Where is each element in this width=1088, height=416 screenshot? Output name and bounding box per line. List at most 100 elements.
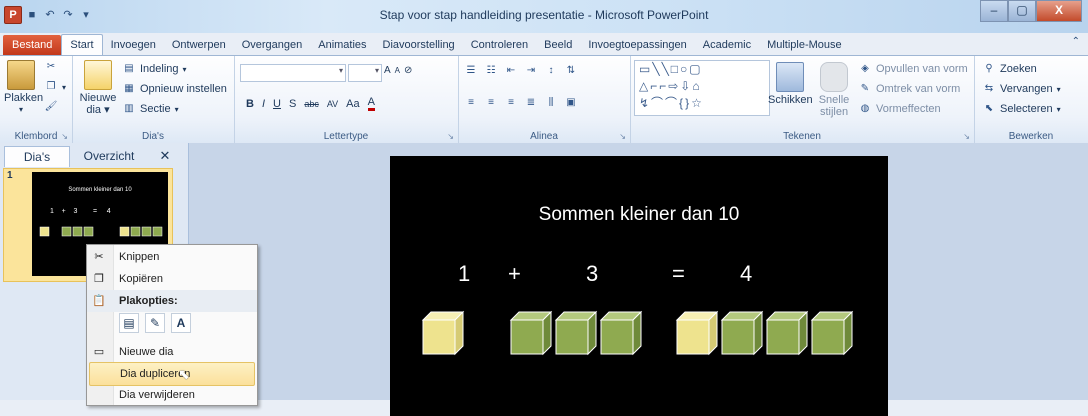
tab-animaties[interactable]: Animaties bbox=[310, 35, 374, 55]
arrange-icon bbox=[776, 62, 804, 92]
tab-start[interactable]: Start bbox=[61, 34, 103, 55]
close-pane-icon[interactable]: ✕ bbox=[156, 146, 174, 166]
clear-format-icon[interactable]: ⊘ bbox=[404, 65, 412, 76]
cube-yellow[interactable] bbox=[422, 311, 464, 355]
char-spacing-button[interactable]: AV bbox=[327, 99, 338, 109]
layout-icon: ▤ bbox=[124, 63, 134, 74]
slide[interactable]: Sommen kleiner dan 10 1 + 3 = 4 bbox=[390, 156, 888, 416]
tab-multiple-mouse[interactable]: Multiple-Mouse bbox=[759, 35, 850, 55]
align-center-icon[interactable]: ≡ bbox=[484, 96, 498, 110]
section-button[interactable]: ▥ Sectie ▾ bbox=[122, 102, 178, 116]
paste-label: Plakken bbox=[4, 92, 44, 104]
clipboard-launcher-icon[interactable]: ↘ bbox=[61, 132, 68, 141]
increase-indent-icon[interactable]: ⇥ bbox=[524, 64, 538, 78]
scissors-icon: ✂ bbox=[94, 251, 104, 263]
paragraph-launcher-icon[interactable]: ↘ bbox=[619, 132, 626, 141]
close-button[interactable]: X bbox=[1036, 0, 1082, 22]
find-button[interactable]: ⚲ Zoeken bbox=[982, 62, 1036, 76]
cube-yellow[interactable] bbox=[676, 311, 718, 355]
tab-bestand[interactable]: Bestand bbox=[3, 35, 62, 55]
layout-button[interactable]: ▤ Indeling ▾ bbox=[122, 62, 186, 76]
copy-dropdown-icon: ▾ bbox=[62, 82, 67, 92]
tab-outline[interactable]: Overzicht bbox=[72, 146, 146, 166]
shadow-button[interactable]: S bbox=[289, 98, 296, 110]
decrease-indent-icon[interactable]: ⇤ bbox=[504, 64, 518, 78]
replace-icon: ⇆ bbox=[984, 83, 994, 94]
tab-overgangen[interactable]: Overgangen bbox=[234, 35, 311, 55]
paste-text-only-icon[interactable]: A bbox=[171, 313, 191, 333]
numbering-icon[interactable]: ☷ bbox=[484, 64, 498, 78]
italic-button[interactable]: I bbox=[262, 98, 265, 110]
tab-academic[interactable]: Academic bbox=[695, 35, 759, 55]
tab-slides[interactable]: Dia's bbox=[4, 146, 70, 167]
font-size-combo[interactable]: ▾ bbox=[348, 64, 382, 82]
smartart-icon[interactable]: ▣ bbox=[564, 96, 578, 110]
cube-green[interactable] bbox=[766, 311, 808, 355]
menu-label: Knippen bbox=[119, 251, 160, 263]
tab-beeld[interactable]: Beeld bbox=[536, 35, 580, 55]
cube-green[interactable] bbox=[510, 311, 552, 355]
cube-green[interactable] bbox=[811, 311, 853, 355]
quick-styles-icon bbox=[820, 62, 848, 92]
minimize-button[interactable]: – bbox=[980, 0, 1008, 22]
drawing-launcher-icon[interactable]: ↘ bbox=[963, 132, 970, 141]
columns-icon[interactable]: ⫼ bbox=[544, 96, 558, 110]
window-controls: – ▢ X bbox=[980, 0, 1082, 22]
bullets-icon[interactable]: ☰ bbox=[464, 64, 478, 78]
align-right-icon[interactable]: ≡ bbox=[504, 96, 518, 110]
cube-green[interactable] bbox=[555, 311, 597, 355]
paste-destination-theme-icon[interactable]: ▤ bbox=[119, 313, 139, 333]
font-name-combo[interactable]: ▾ bbox=[240, 64, 346, 82]
justify-icon[interactable]: ≣ bbox=[524, 96, 538, 110]
new-slide-label-1: Nieuwe bbox=[79, 92, 117, 104]
shrink-font-button[interactable]: A bbox=[395, 66, 400, 75]
paste-dropdown-icon[interactable]: ▾ bbox=[4, 104, 38, 116]
cube-green[interactable] bbox=[600, 311, 642, 355]
menu-item-duplicate-slide[interactable]: Dia dupliceren bbox=[89, 362, 255, 386]
align-left-icon[interactable]: ≡ bbox=[464, 96, 478, 110]
select-button[interactable]: ⬉ Selecteren ▾ bbox=[982, 102, 1061, 116]
new-slide-button[interactable]: Nieuwe dia ▾ bbox=[78, 60, 118, 116]
underline-button[interactable]: U bbox=[273, 98, 281, 110]
minimize-ribbon-icon[interactable]: ⌃ bbox=[1072, 36, 1080, 47]
grow-font-button[interactable]: A bbox=[384, 65, 391, 76]
bold-button[interactable]: B bbox=[246, 98, 254, 110]
section-icon: ▥ bbox=[124, 103, 134, 114]
menu-item-copy[interactable]: ❐ Kopiëren bbox=[87, 268, 257, 290]
tab-controleren[interactable]: Controleren bbox=[463, 35, 536, 55]
paste-keep-formatting-icon[interactable]: ✎ bbox=[145, 313, 165, 333]
shape-fill-button[interactable]: ◈ Opvullen van vorm bbox=[858, 62, 968, 76]
cube-green[interactable] bbox=[721, 311, 763, 355]
format-painter-button[interactable]: 🖌 bbox=[44, 100, 58, 114]
text-direction-icon[interactable]: ⇅ bbox=[564, 64, 578, 78]
tab-invoegtoepassingen[interactable]: Invoegtoepassingen bbox=[580, 35, 694, 55]
reset-button[interactable]: ▦ Opnieuw instellen bbox=[122, 82, 227, 96]
cut-button[interactable]: ✂ bbox=[44, 60, 58, 74]
menu-item-delete-slide[interactable]: Dia verwijderen bbox=[87, 384, 257, 406]
menu-item-new-slide[interactable]: ▭ Nieuwe dia bbox=[87, 341, 257, 363]
strikethrough-button[interactable]: abc bbox=[304, 99, 319, 109]
context-menu: ✂ Knippen ❐ Kopiëren 📋 Plakopties: ▤ ✎ A… bbox=[86, 244, 258, 406]
arrange-button[interactable]: Schikken bbox=[768, 62, 813, 106]
line-spacing-icon[interactable]: ↕ bbox=[544, 64, 558, 78]
tab-ontwerpen[interactable]: Ontwerpen bbox=[164, 35, 234, 55]
list-row: ☰ ☷ ⇤ ⇥ ↕ ⇅ bbox=[464, 64, 578, 78]
tab-invoegen[interactable]: Invoegen bbox=[103, 35, 164, 55]
change-case-button[interactable]: Aa bbox=[346, 98, 359, 110]
font-launcher-icon[interactable]: ↘ bbox=[447, 132, 454, 141]
shape-outline-button[interactable]: ✎ Omtrek van vorm bbox=[858, 82, 961, 96]
fill-bucket-icon: ◈ bbox=[861, 63, 869, 74]
paste-options: ▤ ✎ A bbox=[119, 313, 191, 333]
chevron-down-icon: ▾ bbox=[1056, 84, 1061, 94]
shape-effects-button[interactable]: ◍ Vormeffecten bbox=[858, 102, 941, 116]
copy-button[interactable]: ❐ ▾ bbox=[44, 80, 67, 94]
tab-diavoorstelling[interactable]: Diavoorstelling bbox=[375, 35, 463, 55]
paste-button[interactable]: Plakken ▾ bbox=[4, 60, 43, 116]
quick-styles-button[interactable]: Snelle stijlen bbox=[812, 62, 856, 118]
maximize-button[interactable]: ▢ bbox=[1008, 0, 1036, 22]
shapes-gallery[interactable]: ▭╲╲□○▢ △⌐⌐⇨⇩⌂ ↯⌒⌒{}☆ bbox=[634, 60, 770, 116]
menu-item-cut[interactable]: ✂ Knippen bbox=[87, 246, 257, 268]
replace-button[interactable]: ⇆ Vervangen ▾ bbox=[982, 82, 1061, 96]
font-color-button[interactable]: A bbox=[367, 96, 375, 111]
menu-label: Nieuwe dia bbox=[119, 346, 174, 358]
